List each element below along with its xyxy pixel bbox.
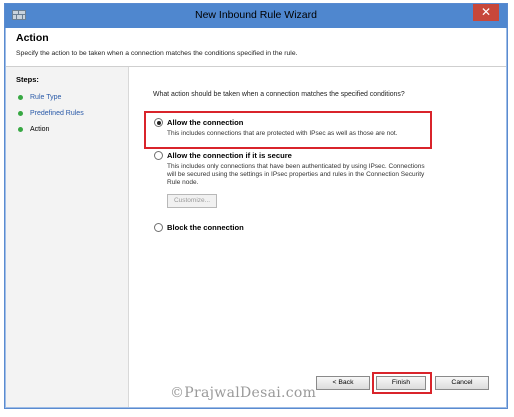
step-status-icon <box>18 111 23 116</box>
block-connection-radio[interactable] <box>154 223 163 232</box>
step-action: Action <box>18 126 49 133</box>
steps-pane: Steps: Rule Type Predefined Rules Action <box>6 67 129 407</box>
steps-label: Steps: <box>16 75 39 84</box>
block-connection-label[interactable]: Block the connection <box>167 223 244 232</box>
wizard-header: Action Specify the action to be taken wh… <box>6 28 506 67</box>
close-icon: ✕ <box>480 5 492 19</box>
customize-button: Customize... <box>167 194 217 208</box>
wizard-window: New Inbound Rule Wizard ✕ Action Specify… <box>4 3 508 409</box>
step-status-icon <box>18 127 23 132</box>
allow-if-secure-description-line2: will be secured using the settings in IP… <box>167 171 425 178</box>
action-question: What action should be taken when a conne… <box>153 91 405 98</box>
cancel-button[interactable]: Cancel <box>435 376 489 390</box>
title-bar[interactable]: New Inbound Rule Wizard ✕ <box>5 4 507 28</box>
finish-button[interactable]: Finish <box>376 376 426 390</box>
step-status-icon <box>18 95 23 100</box>
back-button[interactable]: < Back <box>316 376 370 390</box>
content-pane: What action should be taken when a conne… <box>129 67 506 407</box>
allow-connection-label[interactable]: Allow the connection <box>167 118 243 127</box>
page-description: Specify the action to be taken when a co… <box>16 50 298 57</box>
allow-if-secure-label[interactable]: Allow the connection if it is secure <box>167 151 292 160</box>
close-button[interactable]: ✕ <box>473 4 499 21</box>
watermark: ©PrajwalDesai.com <box>170 385 317 401</box>
step-rule-type[interactable]: Rule Type <box>18 94 61 101</box>
allow-if-secure-description-line3: Rule node. <box>167 179 199 186</box>
allow-connection-description: This includes connections that are prote… <box>167 130 398 137</box>
allow-connection-radio[interactable] <box>154 118 163 127</box>
step-predefined-rules[interactable]: Predefined Rules <box>18 110 84 117</box>
window-title: New Inbound Rule Wizard <box>195 9 317 21</box>
allow-if-secure-radio[interactable] <box>154 151 163 160</box>
page-title: Action <box>16 32 49 44</box>
